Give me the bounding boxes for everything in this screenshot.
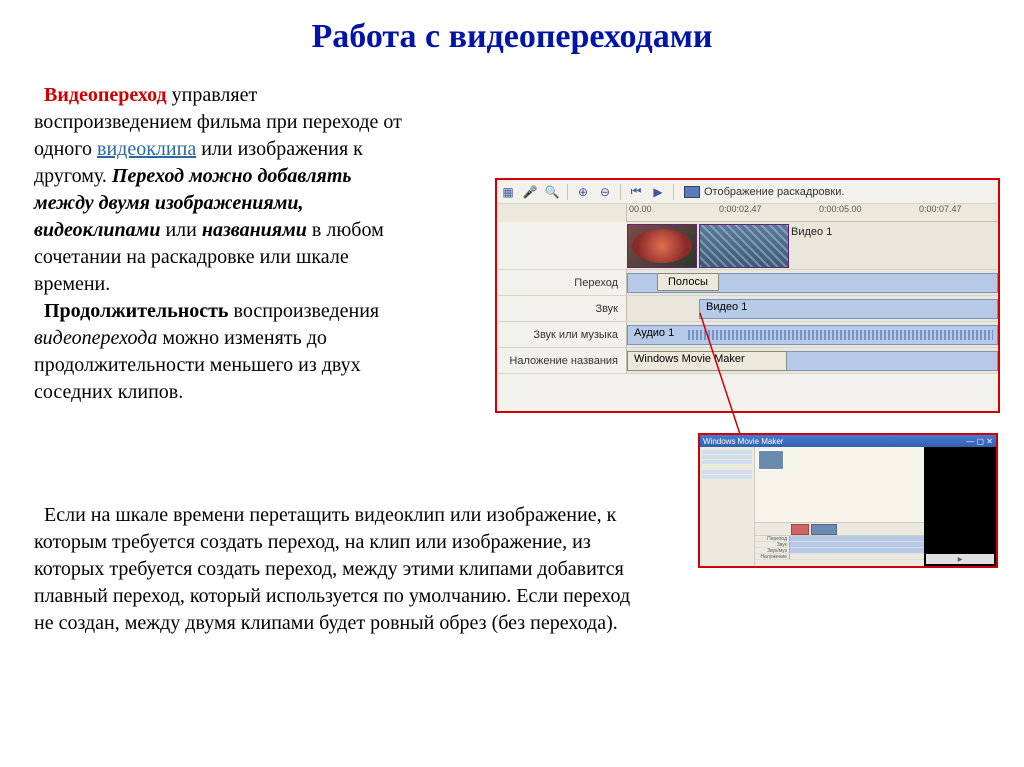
transition-clip[interactable]: Полосы (657, 273, 719, 291)
tool-icon-2[interactable]: 🎤 (521, 183, 539, 201)
mini-clip-2[interactable] (811, 524, 837, 535)
time-ruler[interactable]: 00.00 0:00:02.47 0:00:05.00 0:00:07.47 (627, 204, 998, 222)
mini-clip-1[interactable] (791, 524, 809, 535)
window-controls[interactable]: — ▢ ✕ (966, 437, 993, 446)
moviemaker-window-thumbnail: Windows Movie Maker — ▢ ✕ Переход Звук З… (698, 433, 998, 568)
zoom-out-icon[interactable]: ⊖ (596, 183, 614, 201)
clip-name-label: Видео 1 (791, 226, 832, 238)
zoom-in-icon[interactable]: ⊕ (574, 183, 592, 201)
page-title: Работа с видеопереходами (0, 0, 1024, 66)
music-track[interactable]: Аудио 1 (627, 322, 998, 347)
storyboard-toggle-button[interactable]: Отображение раскадровки. (680, 186, 848, 198)
term-videotransition: Видеопереход (44, 84, 167, 106)
rewind-icon[interactable]: ⏮ (627, 183, 645, 201)
video-clip-1[interactable] (627, 224, 697, 268)
overlay-track-row: Наложение названия Windows Movie Maker (497, 348, 998, 374)
track-label-sound: Звук (497, 296, 627, 321)
window-titlebar: Windows Movie Maker — ▢ ✕ (700, 435, 996, 447)
description-lower: Если на шкале времени перетащить видеокл… (34, 502, 654, 637)
transition-track-row: Переход Полосы (497, 270, 998, 296)
collection-thumbnail[interactable] (758, 450, 784, 470)
music-track-row: Звук или музыка Аудио 1 (497, 322, 998, 348)
video-track[interactable]: Видео 1 (627, 222, 998, 269)
mini-timeline[interactable]: Переход Звук Звук/муз Наложение (755, 522, 924, 566)
transition-track[interactable]: Полосы (627, 270, 998, 295)
track-label-transition: Переход (497, 270, 627, 295)
timeline-toolbar: ▦ 🎤 🔍 ⊕ ⊖ ⏮ ▶ Отображение раскадровки. (497, 180, 998, 204)
link-videoclip[interactable]: видеоклипа (97, 138, 196, 160)
title-overlay-clip[interactable]: Windows Movie Maker (627, 351, 787, 371)
overlay-track[interactable]: Windows Movie Maker (627, 348, 998, 373)
track-label-overlay: Наложение названия (497, 348, 627, 373)
track-label-music: Звук или музыка (497, 322, 627, 347)
tasks-pane[interactable] (700, 447, 755, 566)
video-clip-2[interactable] (699, 224, 789, 268)
mini-play-icon[interactable]: ▶ (958, 556, 963, 563)
audio-clip-music[interactable]: Аудио 1 (627, 325, 998, 345)
tool-icon-search[interactable]: 🔍 (543, 183, 561, 201)
sound-track-row: Звук Видео 1 (497, 296, 998, 322)
description-text: Видеопереход управляет воспроизведением … (34, 82, 404, 406)
collection-pane[interactable]: Переход Звук Звук/муз Наложение (755, 447, 924, 566)
storyboard-icon (684, 186, 700, 198)
sound-track[interactable]: Видео 1 (627, 296, 998, 321)
preview-pane[interactable]: ▶ (924, 447, 996, 566)
play-icon[interactable]: ▶ (649, 183, 667, 201)
timeline-editor-panel: ▦ 🎤 🔍 ⊕ ⊖ ⏮ ▶ Отображение раскадровки. 0… (495, 178, 1000, 413)
audio-clip-video1[interactable]: Видео 1 (699, 299, 998, 319)
video-track-row: Видео 1 (497, 222, 998, 270)
tool-icon-1[interactable]: ▦ (499, 183, 517, 201)
